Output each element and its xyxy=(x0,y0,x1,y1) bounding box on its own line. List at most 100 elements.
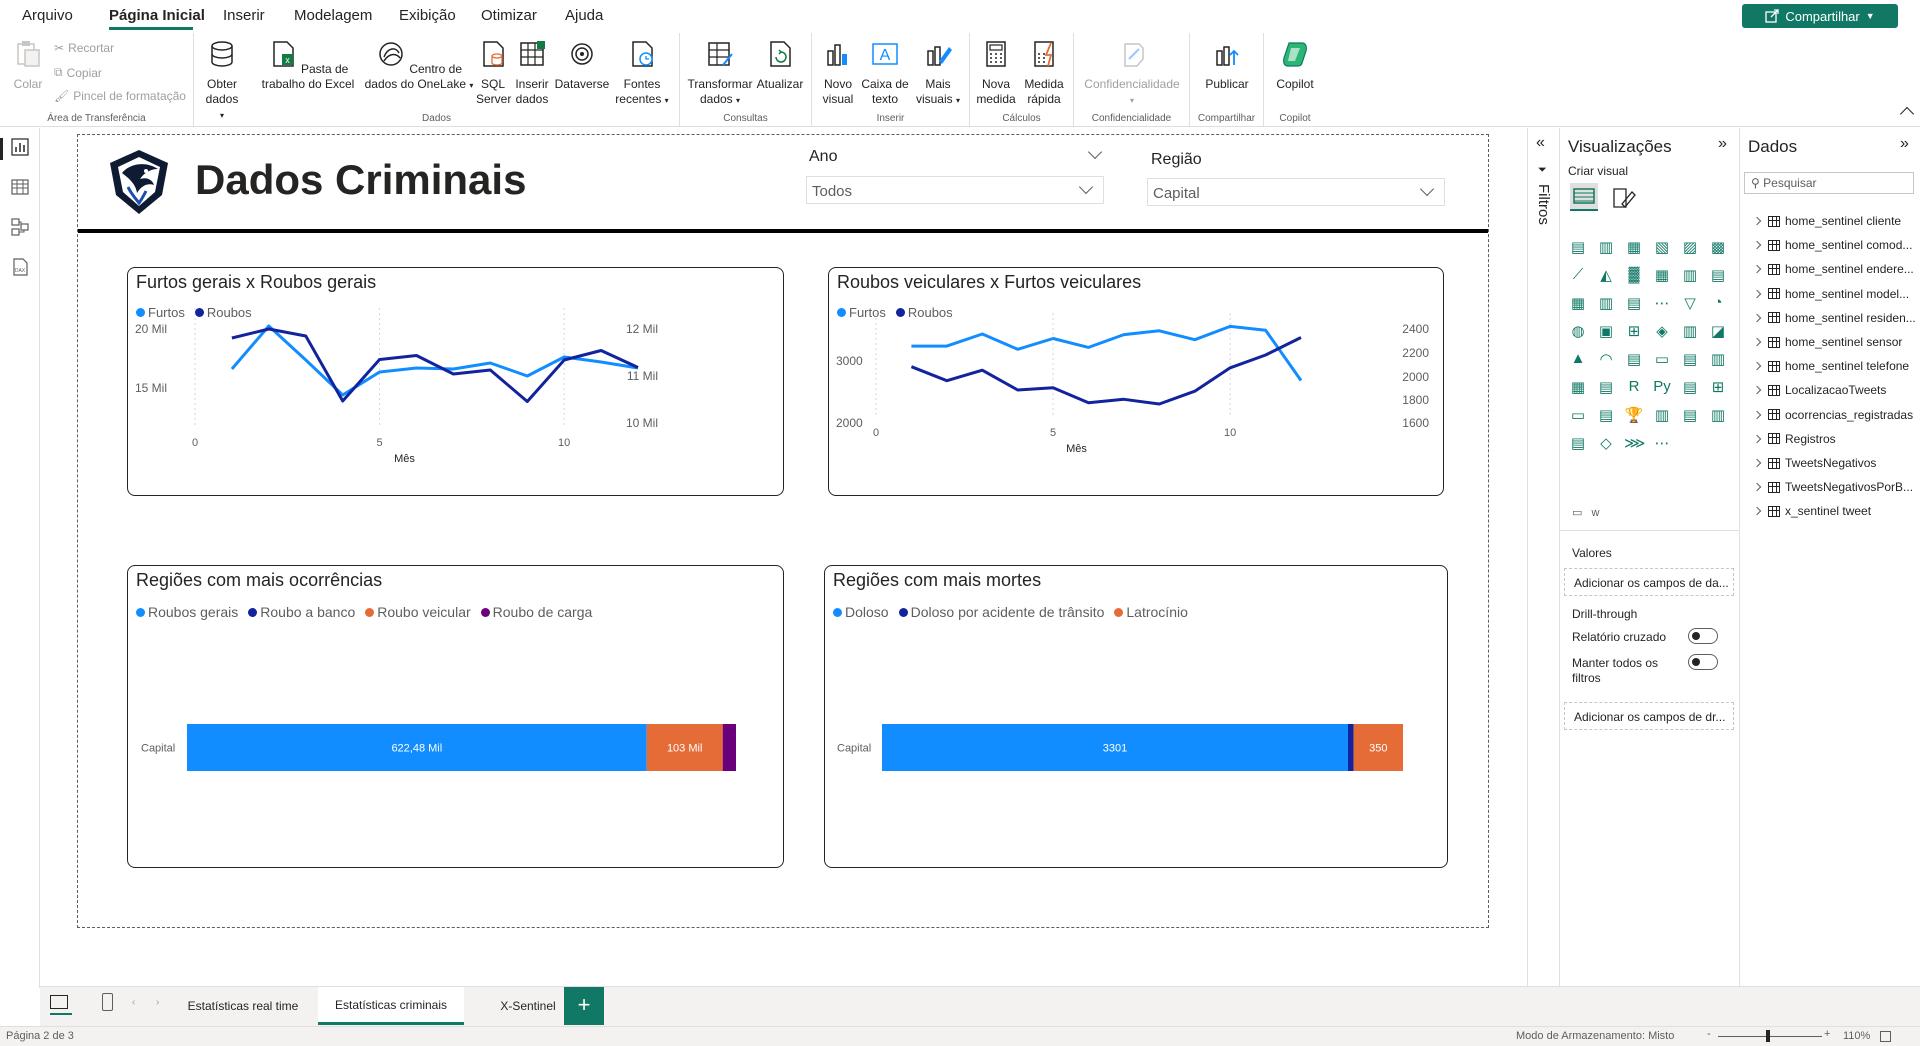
keep-filters-toggle[interactable] xyxy=(1688,654,1718,670)
year-slicer-dropdown[interactable]: Todos xyxy=(806,176,1104,204)
visual-type-icon[interactable]: ▽ xyxy=(1680,294,1700,312)
visual-type-icon[interactable]: ◭ xyxy=(1596,266,1616,284)
visual-type-icon[interactable]: ⋯ xyxy=(1652,294,1672,312)
mobile-layout-icon[interactable] xyxy=(102,993,113,1011)
visual-type-icon[interactable]: ▥ xyxy=(1652,406,1672,424)
data-table-item[interactable]: home_sentinel model... xyxy=(1752,287,1909,301)
collapse-ribbon-icon[interactable] xyxy=(1899,106,1915,122)
menu-pagina-inicial[interactable]: Página Inicial xyxy=(109,7,205,24)
recent-sources-button[interactable]: Fontes recentes ▾ xyxy=(614,39,670,108)
dax-query-icon[interactable]: DAX xyxy=(11,258,29,276)
data-table-item[interactable]: ocorrencias_registradas xyxy=(1752,408,1913,422)
new-measure-button[interactable]: Nova medida xyxy=(974,39,1018,107)
drill-through-field-well[interactable]: Adicionar os campos de dr... xyxy=(1564,702,1734,730)
menu-otimizar[interactable]: Otimizar xyxy=(481,7,537,24)
data-table-item[interactable]: home_sentinel residen... xyxy=(1752,311,1916,325)
share-button[interactable]: Compartilhar ▼ xyxy=(1742,4,1898,28)
chart-regioes-ocorrencias[interactable]: Regiões com mais ocorrências Roubos gera… xyxy=(127,565,784,868)
visual-type-icon[interactable]: ◈ xyxy=(1652,322,1672,340)
visual-type-icon[interactable]: ▥ xyxy=(1596,238,1616,256)
data-table-item[interactable]: home_sentinel sensor xyxy=(1752,335,1902,349)
data-table-item[interactable]: Registros xyxy=(1752,432,1836,446)
menu-exibicao[interactable]: Exibição xyxy=(399,7,456,24)
publish-button[interactable]: Publicar xyxy=(1202,39,1252,92)
data-table-item[interactable]: LocalizacaoTweets xyxy=(1752,383,1886,397)
visual-type-icon[interactable]: ⋯ xyxy=(1652,434,1672,452)
data-table-item[interactable]: TweetsNegativos xyxy=(1752,456,1876,470)
visual-type-icon[interactable]: ◍ xyxy=(1568,322,1588,340)
visual-type-icon[interactable]: ▦ xyxy=(1568,378,1588,396)
tab-estatisticas-criminais[interactable]: Estatísticas criminais xyxy=(318,987,464,1025)
data-table-item[interactable]: x_sentinel tweet xyxy=(1752,504,1871,518)
text-box-button[interactable]: A Caixa de texto xyxy=(860,39,910,107)
menu-arquivo[interactable]: Arquivo xyxy=(22,7,73,24)
visual-type-icon[interactable]: ◠ xyxy=(1596,350,1616,368)
visual-type-icon[interactable]: ▭ xyxy=(1568,406,1588,424)
visual-type-icon[interactable]: ▩ xyxy=(1708,238,1728,256)
quick-measure-button[interactable]: Medida rápida xyxy=(1020,39,1068,107)
visual-type-icon[interactable]: ◪ xyxy=(1708,322,1728,340)
more-visuals-button[interactable]: Mais visuais ▾ xyxy=(912,39,964,108)
visual-type-icon[interactable]: ▭ xyxy=(1652,350,1672,368)
visual-type-icon[interactable]: ▣ xyxy=(1596,322,1616,340)
get-data-button[interactable]: Obter dados ▾ xyxy=(202,39,242,123)
visual-type-icon[interactable]: ▤ xyxy=(1568,434,1588,452)
zoom-slider-handle[interactable] xyxy=(1766,1030,1770,1042)
filters-pane[interactable]: « ⏷ Filtros xyxy=(1527,128,1559,986)
visual-type-icon[interactable]: ⟋ xyxy=(1568,266,1588,284)
zoom-out-button[interactable]: - xyxy=(1707,1028,1711,1040)
expand-filters-icon[interactable]: « xyxy=(1536,134,1545,152)
visual-type-icon[interactable]: ▥ xyxy=(1680,266,1700,284)
menu-modelagem[interactable]: Modelagem xyxy=(294,7,372,24)
visual-type-icon[interactable]: ▥ xyxy=(1708,350,1728,368)
model-view-icon[interactable] xyxy=(11,218,29,236)
region-slicer-dropdown[interactable]: Capital xyxy=(1147,178,1445,206)
chart-roubos-furtos-veiculares[interactable]: Roubos veiculares x Furtos veiculares Fu… xyxy=(828,267,1444,496)
add-page-button[interactable]: + xyxy=(564,987,604,1025)
transform-data-button[interactable]: Transformar dados ▾ xyxy=(686,39,754,108)
enter-data-button[interactable]: Inserir dados xyxy=(512,39,552,107)
paste-button[interactable]: Colar xyxy=(10,39,46,92)
sql-server-button[interactable]: SQL Server xyxy=(476,39,511,107)
visual-type-icon[interactable]: ⊞ xyxy=(1624,322,1644,340)
desktop-layout-icon[interactable] xyxy=(50,995,68,1009)
data-table-item[interactable]: home_sentinel endere... xyxy=(1752,262,1914,276)
report-view-icon[interactable] xyxy=(11,138,29,156)
visual-type-icon[interactable]: ▤ xyxy=(1680,350,1700,368)
onelake-button[interactable]: Centro de dados do OneLake ▾ xyxy=(364,39,474,93)
visual-type-icon[interactable]: ⊞ xyxy=(1708,378,1728,396)
dataverse-button[interactable]: Dataverse xyxy=(554,39,610,92)
visual-type-icon[interactable]: ▤ xyxy=(1680,406,1700,424)
visual-type-icon[interactable]: ▥ xyxy=(1708,406,1728,424)
tab-estatisticas-real-time[interactable]: Estatísticas real time xyxy=(172,987,314,1025)
visual-type-icon[interactable]: ▦ xyxy=(1652,266,1672,284)
data-table-item[interactable]: TweetsNegativosPorB... xyxy=(1752,480,1913,494)
visual-type-icon[interactable]: ▨ xyxy=(1680,238,1700,256)
copy-button[interactable]: ⧉ Copiar xyxy=(54,65,102,80)
data-table-item[interactable]: home_sentinel telefone xyxy=(1752,359,1909,373)
visual-type-icon[interactable]: ◔ xyxy=(1708,294,1728,312)
visual-type-icon[interactable]: ▦ xyxy=(1624,238,1644,256)
visual-type-icon[interactable]: ▤ xyxy=(1708,266,1728,284)
format-visual-icon[interactable] xyxy=(1610,186,1636,210)
visual-type-icon[interactable]: ▤ xyxy=(1596,378,1616,396)
cross-report-toggle[interactable] xyxy=(1688,628,1718,644)
visual-type-icon[interactable]: ▤ xyxy=(1624,294,1644,312)
collapse-pane-icon[interactable]: » xyxy=(1718,135,1727,153)
values-field-well[interactable]: Adicionar os campos de da... xyxy=(1564,568,1734,596)
visual-type-icon[interactable]: ▦ xyxy=(1568,294,1588,312)
visual-type-icon[interactable]: ▤ xyxy=(1568,238,1588,256)
fit-page-icon[interactable] xyxy=(1880,1031,1891,1042)
scroll-right-icon[interactable]: › xyxy=(156,997,159,1008)
visual-type-icon[interactable]: ▓ xyxy=(1624,266,1644,284)
chart-furtos-roubos-gerais[interactable]: Furtos gerais x Roubos gerais Furtos Rou… xyxy=(127,267,784,496)
new-visual-button[interactable]: Novo visual xyxy=(818,39,858,107)
excel-workbook-button[interactable]: x Pasta de trabalho do Excel xyxy=(252,39,364,92)
visual-type-icon[interactable]: ▥ xyxy=(1680,322,1700,340)
visual-type-icon[interactable]: Py xyxy=(1652,378,1672,396)
zoom-in-button[interactable]: + xyxy=(1824,1028,1830,1040)
visual-type-icon[interactable]: ⋙ xyxy=(1624,434,1645,452)
copilot-button[interactable]: Copilot xyxy=(1270,39,1320,92)
chart-regioes-mortes[interactable]: Regiões com mais mortes Doloso Doloso po… xyxy=(824,565,1448,868)
menu-inserir[interactable]: Inserir xyxy=(223,7,265,24)
